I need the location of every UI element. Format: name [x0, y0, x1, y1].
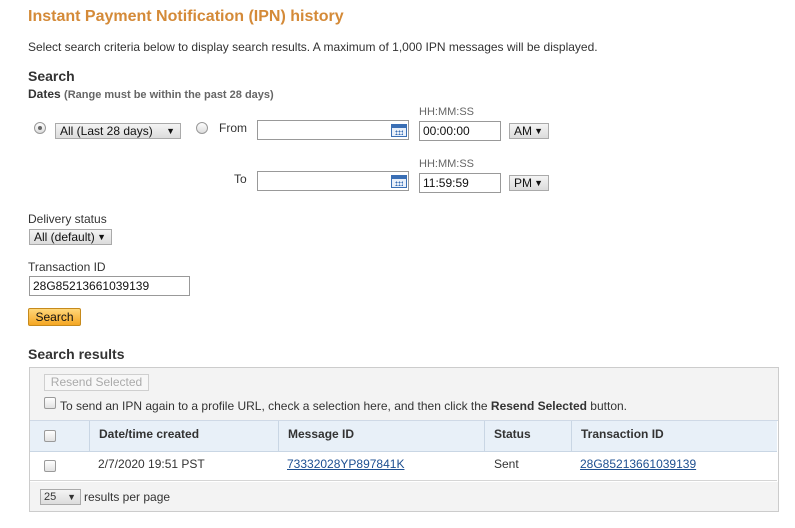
to-time-input[interactable]: 11:59:59: [419, 173, 501, 193]
resend-selected-button[interactable]: Resend Selected: [44, 374, 149, 391]
cell-status: Sent: [494, 457, 519, 471]
calendar-icon[interactable]: [391, 124, 407, 137]
row-divider: [30, 480, 777, 481]
column-header-status[interactable]: Status: [494, 427, 531, 441]
to-date-input[interactable]: [257, 171, 409, 191]
to-label: To: [234, 172, 247, 186]
transaction-id-label: Transaction ID: [28, 260, 106, 274]
to-ampm-select[interactable]: PM ▼: [509, 175, 549, 191]
cell-message-id-link[interactable]: 73332028YP897841K: [287, 457, 404, 471]
dates-hint: (Range must be within the past 28 days): [64, 89, 274, 101]
resend-note-bold: Resend Selected: [490, 399, 587, 413]
from-time-format-label: HH:MM:SS: [419, 106, 474, 118]
cell-date: 2/7/2020 19:51 PST: [98, 457, 205, 471]
column-header-transaction-id[interactable]: Transaction ID: [581, 427, 664, 441]
column-divider: [278, 421, 279, 452]
dates-label: Dates (Range must be within the past 28 …: [28, 87, 274, 101]
chevron-down-icon: ▼: [67, 492, 76, 502]
resend-note-checkbox[interactable]: [44, 397, 56, 409]
transaction-id-input[interactable]: 28G85213661039139: [29, 276, 190, 296]
column-divider: [484, 421, 485, 452]
search-button[interactable]: Search: [28, 308, 81, 326]
page-intro: Select search criteria below to display …: [28, 40, 598, 54]
page-title: Instant Payment Notification (IPN) histo…: [28, 8, 344, 25]
resend-note-pre: To send an IPN again to a profile URL, c…: [60, 399, 491, 413]
chevron-down-icon: ▼: [534, 126, 543, 136]
column-divider: [89, 421, 90, 452]
dates-label-text: Dates: [28, 87, 61, 101]
date-range-value: All (Last 28 days): [60, 124, 153, 138]
column-header-message-id[interactable]: Message ID: [288, 427, 354, 441]
row-checkbox[interactable]: [44, 460, 56, 472]
chevron-down-icon: ▼: [97, 232, 106, 242]
chevron-down-icon: ▼: [166, 126, 175, 136]
resend-note: To send an IPN again to a profile URL, c…: [60, 399, 627, 413]
date-range-select[interactable]: All (Last 28 days) ▼: [55, 123, 181, 139]
chevron-down-icon: ▼: [534, 178, 543, 188]
from-ampm-select[interactable]: AM ▼: [509, 123, 549, 139]
from-date-input[interactable]: [257, 120, 409, 140]
per-page-value: 25: [44, 491, 57, 503]
delivery-status-select[interactable]: All (default) ▼: [29, 229, 112, 245]
select-all-checkbox[interactable]: [44, 430, 56, 442]
results-heading: Search results: [28, 346, 125, 362]
resend-note-post: button.: [586, 399, 627, 413]
from-label: From: [219, 121, 247, 135]
radio-all-dates[interactable]: [34, 122, 46, 134]
delivery-status-label: Delivery status: [28, 212, 107, 226]
from-ampm-value: AM: [514, 124, 532, 138]
per-page-select[interactable]: 25 ▼: [40, 489, 81, 505]
search-heading: Search: [28, 68, 75, 84]
from-time-input[interactable]: 00:00:00: [419, 121, 501, 141]
delivery-status-value: All (default): [34, 230, 95, 244]
column-header-date[interactable]: Date/time created: [99, 427, 199, 441]
cell-transaction-id-link[interactable]: 28G85213661039139: [580, 457, 696, 471]
calendar-icon[interactable]: [391, 175, 407, 188]
column-divider: [571, 421, 572, 452]
to-ampm-value: PM: [514, 176, 532, 190]
to-time-format-label: HH:MM:SS: [419, 158, 474, 170]
radio-custom-range[interactable]: [196, 122, 208, 134]
per-page-label: results per page: [84, 490, 171, 504]
